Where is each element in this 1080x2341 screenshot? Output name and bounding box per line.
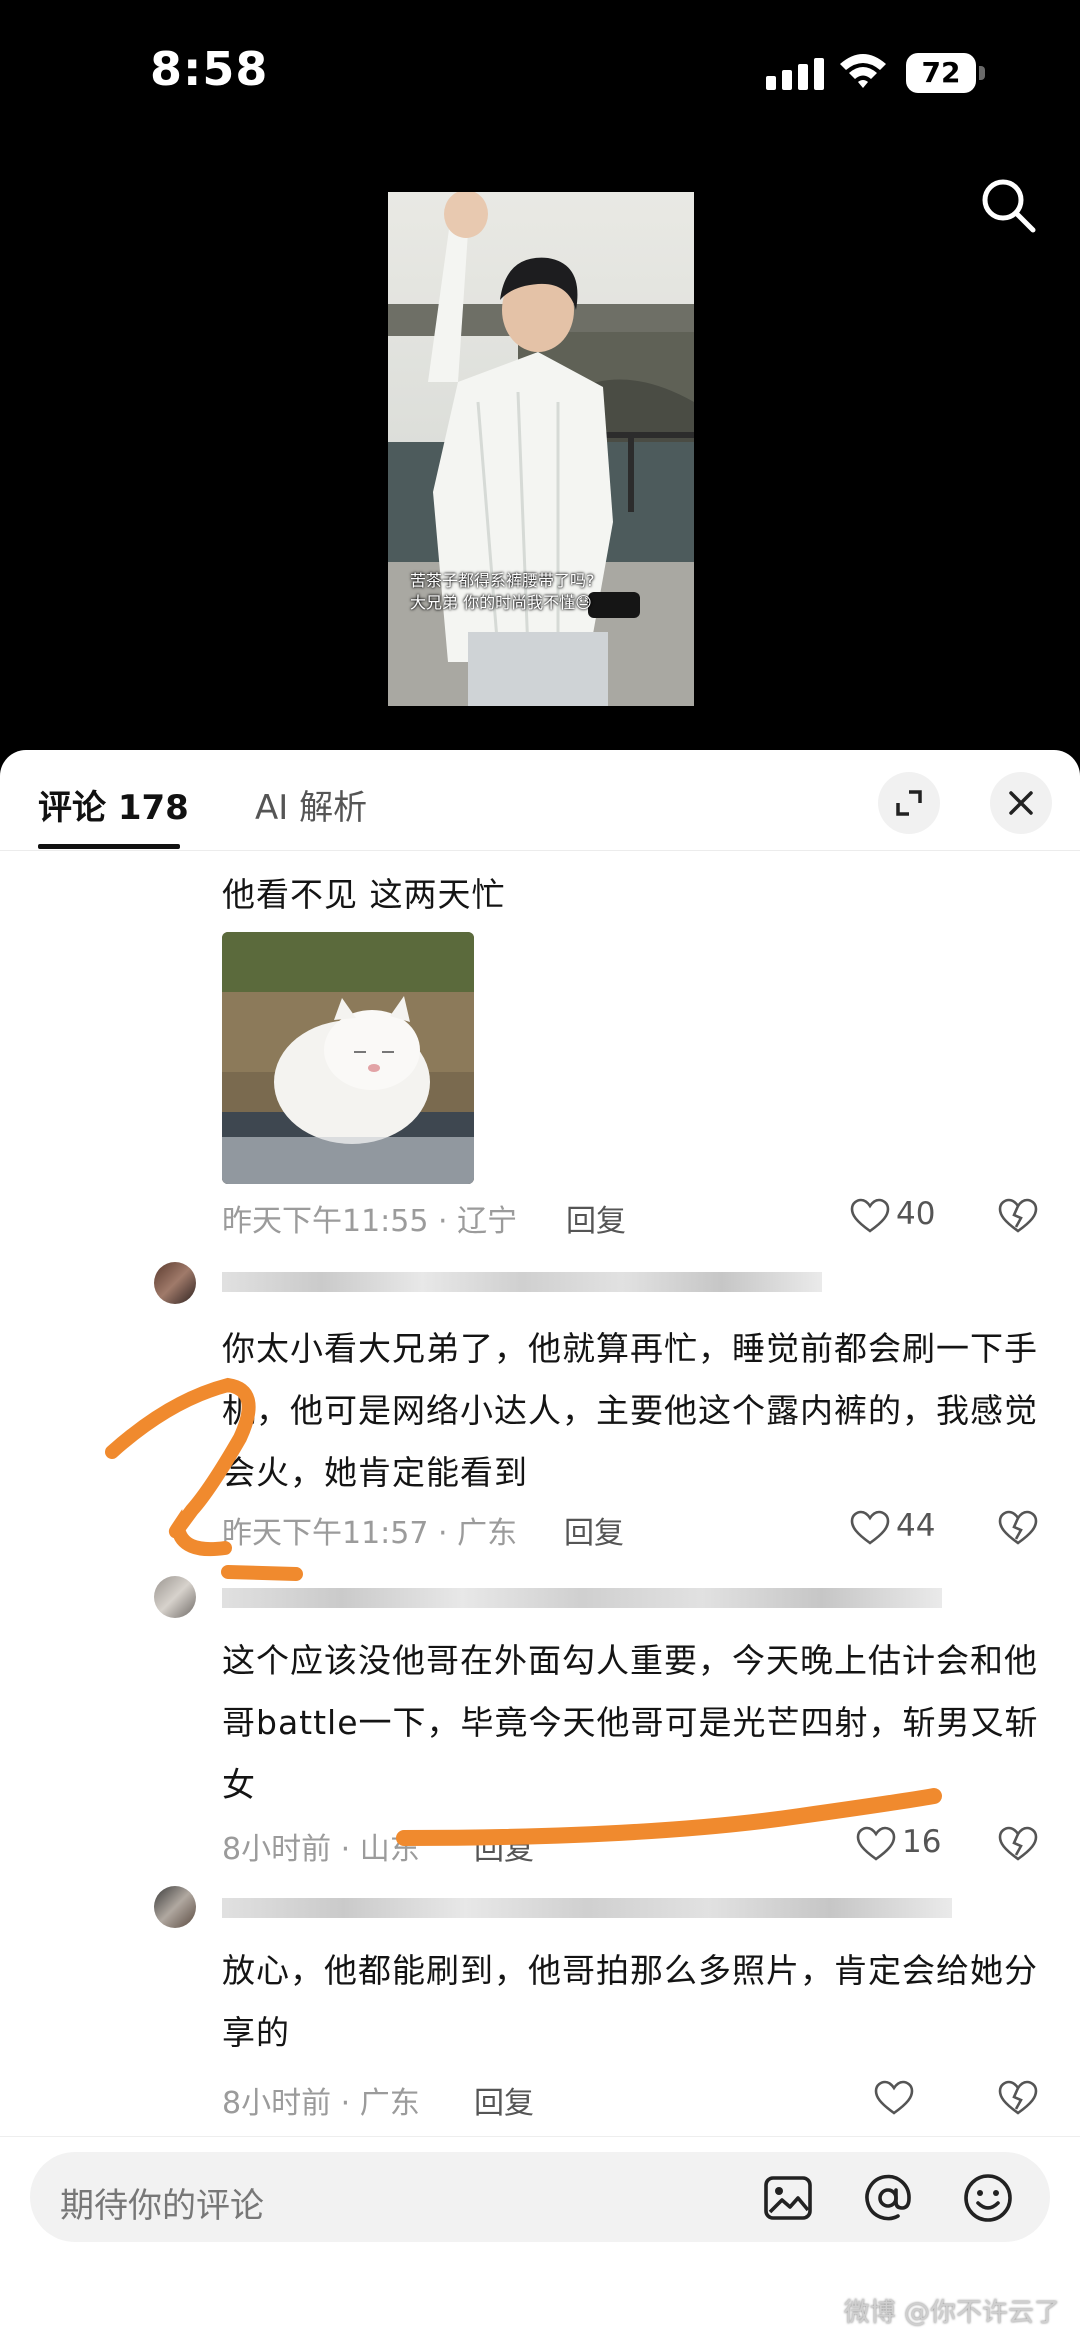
tab-bar: 评论 178 AI 解析 [0, 750, 1080, 851]
broken-heart-icon[interactable] [998, 1509, 1038, 1547]
comment-meta: 8小时前 · 广东 [222, 2086, 420, 2121]
cat-sticker-image[interactable] [222, 932, 474, 1184]
watermark: 微博 @你不许云了 [843, 2298, 1060, 2328]
comment-text: 这个应该没他哥在外面勾人重要，今天晚上估计会和他哥battle一下，毕竟今天他哥… [222, 1641, 1039, 1804]
close-icon [1009, 791, 1033, 815]
image-icon[interactable] [762, 2172, 814, 2224]
tab-comments[interactable]: 评论 178 [38, 780, 189, 829]
reply-button[interactable]: 回复 [474, 1824, 534, 1868]
comment-meta: 昨天下午11:55 · 辽宁 [222, 1204, 518, 1239]
reply-button[interactable]: 回复 [566, 1196, 626, 1240]
search-icon[interactable] [978, 175, 1038, 235]
expand-button[interactable] [878, 772, 940, 834]
comment-input-placeholder: 期待你的评论 [60, 2186, 264, 2226]
avatar[interactable] [154, 1576, 196, 1618]
reply-button[interactable]: 回复 [474, 2078, 534, 2122]
battery-level: 72 [921, 56, 961, 89]
status-time: 8:58 [150, 42, 269, 96]
comment-text: 你太小看大兄弟了，他就算再忙，睡觉前都会刷一下手机，他可是网络小达人，主要他这个… [222, 1329, 1038, 1492]
heart-icon[interactable] [850, 1510, 890, 1546]
username-redacted[interactable] [222, 1898, 952, 1918]
heart-icon[interactable] [874, 2080, 914, 2116]
avatar[interactable] [154, 1886, 196, 1928]
comment-text: 放心，他都能刷到，他哥拍那么多照片，肯定会给她分享的 [222, 1951, 1038, 2052]
heart-icon[interactable] [850, 1198, 890, 1234]
status-bar: 8:58 72 [0, 0, 1080, 140]
broken-heart-icon[interactable] [998, 2079, 1038, 2117]
comments-panel: 评论 178 AI 解析 他看不见 这两天忙 昨天下午11:55 · 辽宁 回复… [0, 750, 1080, 2341]
username-redacted[interactable] [222, 1588, 942, 1608]
like-count: 16 [902, 1824, 942, 1860]
comment-meta: 8小时前 · 山东 [222, 1832, 420, 1867]
heart-icon[interactable] [856, 1826, 896, 1862]
tab-ai-analysis[interactable]: AI 解析 [255, 780, 367, 829]
expand-icon [896, 790, 922, 816]
video-thumbnail[interactable]: 苦茶子都得系裤腰带了吗? 大兄弟 你的时尚我不懂😓 [388, 192, 694, 706]
video-caption: 苦茶子都得系裤腰带了吗? 大兄弟 你的时尚我不懂😓 [410, 571, 595, 612]
active-tab-indicator [38, 844, 180, 849]
wifi-icon [840, 54, 886, 88]
broken-heart-icon[interactable] [998, 1197, 1038, 1235]
reply-button[interactable]: 回复 [564, 1508, 624, 1552]
signal-icon [766, 58, 824, 90]
sticker-art [222, 932, 474, 1184]
comment-meta: 昨天下午11:57 · 广东 [222, 1516, 518, 1551]
broken-heart-icon[interactable] [998, 1825, 1038, 1863]
avatar[interactable] [154, 1262, 196, 1304]
like-count: 44 [896, 1508, 936, 1544]
username-redacted[interactable] [222, 1272, 822, 1292]
close-button[interactable] [990, 772, 1052, 834]
video-frame [388, 192, 694, 706]
divider [0, 2136, 1080, 2137]
comment-text: 他看不见 这两天忙 [222, 875, 506, 914]
like-count: 40 [896, 1196, 936, 1232]
at-icon[interactable] [862, 2172, 914, 2224]
battery-indicator: 72 [906, 53, 986, 93]
emoji-icon[interactable] [962, 2172, 1014, 2224]
